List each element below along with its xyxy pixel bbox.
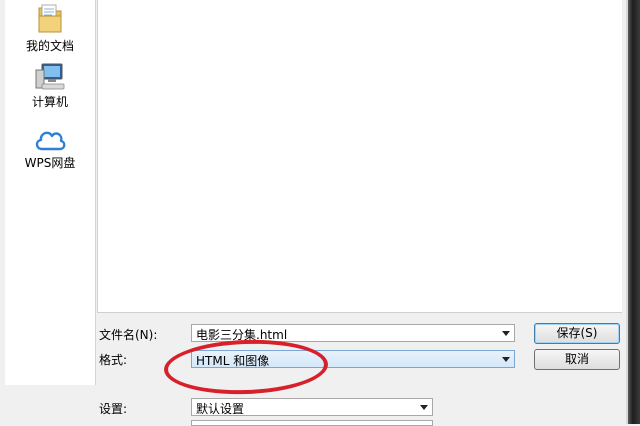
sidebar-item-wps-cloud[interactable]: WPS网盘 bbox=[5, 125, 95, 171]
file-list-area[interactable] bbox=[97, 0, 622, 313]
filename-label: 文件名(N): bbox=[99, 328, 158, 342]
chevron-down-icon[interactable] bbox=[502, 357, 510, 362]
save-button[interactable]: 保存(S) bbox=[534, 323, 620, 344]
places-sidebar: 我的文档 计算机 WPS网盘 bbox=[5, 0, 96, 385]
folder-icon bbox=[38, 4, 62, 33]
chevron-down-icon[interactable] bbox=[502, 331, 510, 336]
chevron-down-icon[interactable] bbox=[420, 405, 428, 410]
settings-select[interactable]: 默认设置 bbox=[191, 398, 433, 416]
extra-select[interactable] bbox=[191, 420, 433, 426]
sidebar-item-label: 计算机 bbox=[31, 95, 68, 109]
settings-label: 设置: bbox=[99, 402, 128, 416]
settings-value: 默认设置 bbox=[196, 402, 245, 416]
sidebar-item-label: 我的文档 bbox=[25, 39, 74, 53]
window-edge bbox=[628, 0, 640, 424]
annotation-circle bbox=[163, 337, 329, 397]
format-label: 格式: bbox=[99, 353, 128, 367]
sidebar-item-my-documents[interactable]: 我的文档 bbox=[5, 2, 95, 54]
cancel-button[interactable]: 取消 bbox=[534, 349, 620, 370]
sidebar-item-label: WPS网盘 bbox=[24, 156, 76, 170]
computer-icon bbox=[35, 63, 65, 90]
save-dialog: 我的文档 计算机 WPS网盘 文件名(N): 电影三分集.html 格式: HT… bbox=[0, 0, 628, 426]
cloud-icon bbox=[35, 131, 66, 151]
sidebar-item-computer[interactable]: 计算机 bbox=[5, 62, 95, 110]
